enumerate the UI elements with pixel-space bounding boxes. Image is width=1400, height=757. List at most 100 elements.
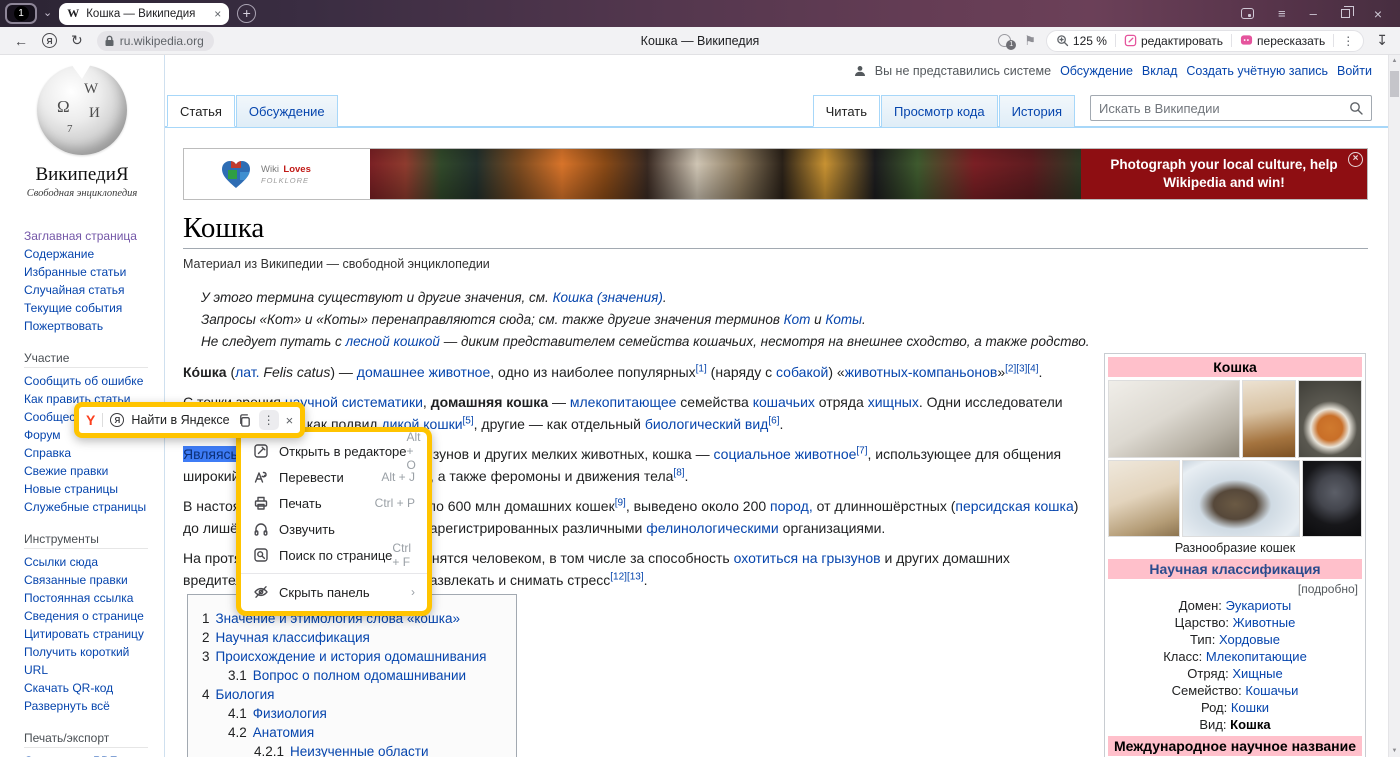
sidebar-item[interactable]: Текущие события bbox=[24, 299, 156, 317]
reference-link[interactable]: [9] bbox=[615, 497, 626, 508]
article-link[interactable]: домашнее животное bbox=[357, 364, 490, 380]
find-in-yandex-button[interactable]: Найти в Яндексе bbox=[131, 413, 229, 427]
personal-link-talk[interactable]: Обсуждение bbox=[1060, 64, 1133, 78]
popup-more-button[interactable]: ⋮ bbox=[259, 410, 279, 430]
toc-item[interactable]: 4.2.1Неизученные области bbox=[202, 742, 506, 757]
sidebar-item[interactable]: Связанные правки bbox=[24, 571, 156, 589]
cat-photo-tabby-snow[interactable] bbox=[1182, 460, 1300, 537]
window-close-button[interactable]: × bbox=[1374, 6, 1382, 22]
wiki-search-box[interactable] bbox=[1090, 95, 1372, 121]
tab-discussion[interactable]: Обсуждение bbox=[236, 95, 338, 127]
page-scrollbar[interactable]: ▲ ▼ bbox=[1388, 55, 1400, 757]
article-link[interactable]: фелинологическими bbox=[646, 520, 779, 536]
reference-link[interactable]: [2][3][4] bbox=[1005, 363, 1038, 374]
scroll-down-arrow[interactable]: ▼ bbox=[1389, 748, 1400, 754]
bookmark-icon[interactable]: ⚑ bbox=[1024, 33, 1036, 49]
wiki-search-input[interactable] bbox=[1099, 101, 1349, 116]
sidebar-item[interactable]: Ссылки сюда bbox=[24, 553, 156, 571]
login-notice[interactable]: Вы не представились системе bbox=[875, 64, 1051, 78]
reference-link[interactable]: [12][13] bbox=[610, 571, 643, 582]
cat-photo-siamese[interactable] bbox=[1108, 460, 1180, 537]
cat-photo-red-white-cat[interactable] bbox=[1298, 380, 1362, 458]
cat-photo-gray-cat-dark[interactable] bbox=[1302, 460, 1362, 537]
article-link[interactable]: пород, bbox=[770, 498, 813, 514]
address-bar[interactable]: ru.wikipedia.org bbox=[97, 31, 214, 51]
search-icon[interactable] bbox=[1349, 101, 1363, 115]
tab-close-icon[interactable]: × bbox=[214, 7, 221, 21]
scroll-up-arrow[interactable]: ▲ bbox=[1389, 58, 1400, 64]
toc-item[interactable]: 3Происхождение и история одомашнивания bbox=[202, 647, 506, 666]
menu-item-hide-panel[interactable]: Скрыть панель › bbox=[241, 579, 427, 605]
toc-item[interactable]: 4Биология bbox=[202, 685, 506, 704]
menu-item-find-on-page[interactable]: Поиск по странице Ctrl + F bbox=[241, 542, 427, 568]
tab-history[interactable]: История bbox=[999, 95, 1075, 127]
toc-item[interactable]: 2Научная классификация bbox=[202, 628, 506, 647]
sidebar-item[interactable]: Избранные статьи bbox=[24, 263, 156, 281]
more-actions-icon[interactable]: ⋮ bbox=[1342, 34, 1354, 48]
reference-link[interactable]: [6] bbox=[768, 415, 779, 426]
article-link[interactable]: собакой bbox=[776, 364, 828, 380]
wiki-loves-folklore-banner[interactable]: Wiki Loves FOLKLORE Photograph your loca… bbox=[183, 148, 1368, 200]
tab-view-source[interactable]: Просмотр кода bbox=[881, 95, 998, 127]
cat-photo-tabby-lying[interactable] bbox=[1108, 380, 1240, 458]
minimize-button[interactable]: – bbox=[1310, 6, 1317, 21]
article-link[interactable]: Коты bbox=[825, 312, 862, 327]
wikipedia-logo-globe[interactable]: Ω W И 7 bbox=[37, 65, 127, 155]
toc-item[interactable]: 4.1Физиология bbox=[202, 704, 506, 723]
collections-badge-icon[interactable]: 1 bbox=[998, 34, 1014, 48]
refresh-button[interactable]: ↻ bbox=[71, 32, 83, 49]
article-link[interactable]: социальное животное bbox=[714, 446, 857, 462]
article-link[interactable]: лесной кошкой bbox=[346, 334, 440, 349]
reference-link[interactable]: [5] bbox=[463, 415, 474, 426]
wikipedia-wordmark[interactable]: ВикипедиЯ bbox=[0, 164, 164, 186]
menu-item-translate[interactable]: Перевести Alt + J bbox=[241, 464, 427, 490]
taxon-link[interactable]: Эукариоты bbox=[1225, 598, 1291, 613]
back-button[interactable]: ← bbox=[14, 33, 28, 49]
yandex-home-button[interactable]: Я bbox=[42, 33, 57, 48]
article-link[interactable]: лат. bbox=[235, 364, 259, 380]
sidebar-item[interactable]: Скачать как PDF bbox=[24, 752, 156, 757]
article-link[interactable]: животных-компаньонов bbox=[845, 364, 998, 380]
chevron-down-icon[interactable]: ⌄ bbox=[43, 6, 52, 19]
browser-menu-icon[interactable]: ≡ bbox=[1278, 6, 1286, 21]
maximize-button[interactable] bbox=[1341, 9, 1350, 18]
article-link[interactable]: Кошка (значения) bbox=[553, 290, 663, 305]
article-link[interactable]: Кот bbox=[784, 312, 811, 327]
reference-link[interactable]: [1] bbox=[696, 363, 707, 374]
personal-link-create-account[interactable]: Создать учётную запись bbox=[1186, 64, 1328, 78]
cat-photo-abyssinian[interactable] bbox=[1242, 380, 1296, 458]
toc-item[interactable]: 3.1Вопрос о полном одомашнивании bbox=[202, 666, 506, 685]
article-link[interactable]: охотиться на грызунов bbox=[734, 550, 881, 566]
tab-read[interactable]: Читать bbox=[813, 95, 880, 127]
sidebar-item[interactable]: Получить короткий URL bbox=[24, 643, 156, 679]
browser-tab-active[interactable]: W Кошка — Википедия × bbox=[59, 3, 229, 25]
reference-link[interactable]: [7] bbox=[856, 445, 867, 456]
taxon-link[interactable]: Хищные bbox=[1232, 666, 1282, 681]
banner-close-icon[interactable]: × bbox=[1348, 152, 1363, 167]
taxon-link[interactable]: Животные bbox=[1233, 615, 1296, 630]
personal-link-login[interactable]: Войти bbox=[1337, 64, 1372, 78]
sidebar-item[interactable]: Цитировать страницу bbox=[24, 625, 156, 643]
article-link[interactable]: персидская кошка bbox=[955, 498, 1073, 514]
menu-item-read-aloud[interactable]: Озвучить bbox=[241, 516, 427, 542]
sidebar-item[interactable]: Заглавная страница bbox=[24, 227, 156, 245]
folklore-photo-strip[interactable] bbox=[370, 149, 1081, 199]
article-link[interactable]: млекопитающее bbox=[570, 394, 677, 410]
banner-message-area[interactable]: Photograph your local culture, help Wiki… bbox=[1081, 149, 1367, 199]
sidebar-item[interactable]: Развернуть всё bbox=[24, 697, 156, 715]
sidebar-item[interactable]: Служебные страницы bbox=[24, 498, 156, 516]
menu-item-open-in-editor[interactable]: Открыть в редакторе Alt + O bbox=[241, 438, 427, 464]
taxon-link[interactable]: Хордовые bbox=[1219, 632, 1280, 647]
article-link[interactable]: биологический вид bbox=[645, 416, 769, 432]
sidebar-item[interactable]: Постоянная ссылка bbox=[24, 589, 156, 607]
personal-link-contribs[interactable]: Вклад bbox=[1142, 64, 1178, 78]
reference-link[interactable]: [8] bbox=[673, 467, 684, 478]
downloads-icon[interactable]: ↧ bbox=[1376, 32, 1388, 49]
edit-page-button[interactable]: редактировать bbox=[1124, 34, 1223, 48]
sidebar-item[interactable]: Свежие правки bbox=[24, 462, 156, 480]
sidebar-item[interactable]: Новые страницы bbox=[24, 480, 156, 498]
popup-close-icon[interactable]: × bbox=[286, 413, 294, 428]
sidebar-item[interactable]: Содержание bbox=[24, 245, 156, 263]
taxon-link[interactable]: Млекопитающие bbox=[1206, 649, 1307, 664]
taxon-link[interactable]: Кошки bbox=[1231, 700, 1269, 715]
